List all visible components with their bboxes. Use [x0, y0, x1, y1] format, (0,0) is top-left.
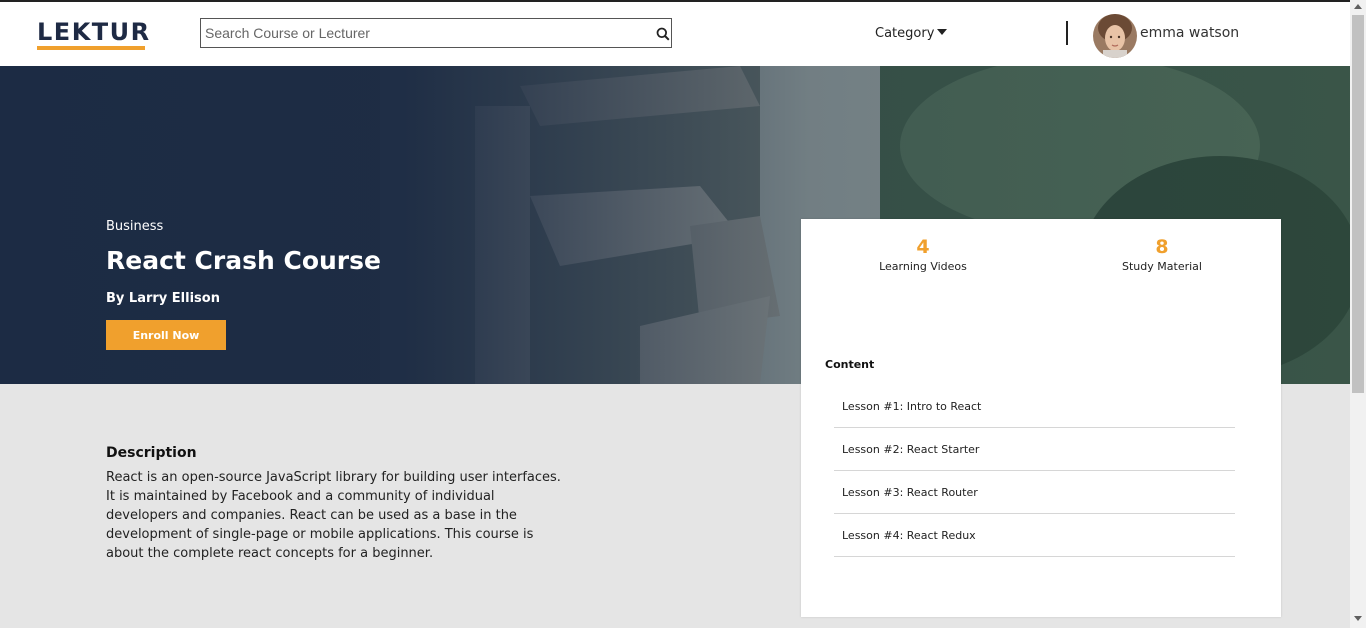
- category-dropdown[interactable]: Category: [875, 26, 948, 41]
- search-icon[interactable]: [656, 26, 670, 41]
- enroll-button[interactable]: Enroll Now: [106, 320, 226, 350]
- lesson-item[interactable]: Lesson #2: React Starter: [834, 428, 1235, 471]
- course-author: By Larry Ellison: [106, 291, 220, 306]
- description-heading: Description: [106, 445, 197, 461]
- stat-value: 4: [916, 236, 930, 258]
- chevron-down-icon: [937, 29, 948, 35]
- course-category: Business: [106, 219, 164, 234]
- category-label: Category: [875, 26, 935, 41]
- lesson-item[interactable]: Lesson #1: Intro to React: [834, 385, 1235, 428]
- course-info-card: 4 Learning Videos 8 Study Material Conte…: [801, 219, 1281, 617]
- scroll-up-arrow-icon[interactable]: [1354, 4, 1362, 9]
- lesson-item[interactable]: Lesson #3: React Router: [834, 471, 1235, 514]
- lesson-list: Lesson #1: Intro to React Lesson #2: Rea…: [834, 385, 1235, 557]
- logo-text: LEKTUR: [37, 18, 151, 46]
- scroll-thumb[interactable]: [1352, 15, 1364, 393]
- description-text: React is an open-source JavaScript libra…: [106, 470, 561, 561]
- scroll-down-arrow-icon[interactable]: [1354, 616, 1362, 621]
- search-input[interactable]: [201, 19, 641, 47]
- stat-label: Learning Videos: [879, 260, 967, 273]
- page-scrollbar[interactable]: [1350, 0, 1366, 628]
- course-title: React Crash Course: [106, 246, 381, 275]
- avatar[interactable]: [1093, 14, 1137, 58]
- logo[interactable]: LEKTUR: [37, 18, 151, 50]
- stat-study-material: 8 Study Material: [1062, 236, 1262, 273]
- content-heading: Content: [825, 358, 875, 371]
- search-box: [200, 18, 672, 48]
- nav-divider: [1066, 21, 1068, 45]
- logo-underline: [37, 46, 145, 50]
- username[interactable]: emma watson: [1140, 25, 1239, 41]
- navbar: LEKTUR Category emma watson: [0, 0, 1350, 66]
- stat-learning-videos: 4 Learning Videos: [823, 236, 1023, 273]
- stat-value: 8: [1155, 236, 1169, 258]
- stat-label: Study Material: [1122, 260, 1202, 273]
- lesson-item[interactable]: Lesson #4: React Redux: [834, 514, 1235, 557]
